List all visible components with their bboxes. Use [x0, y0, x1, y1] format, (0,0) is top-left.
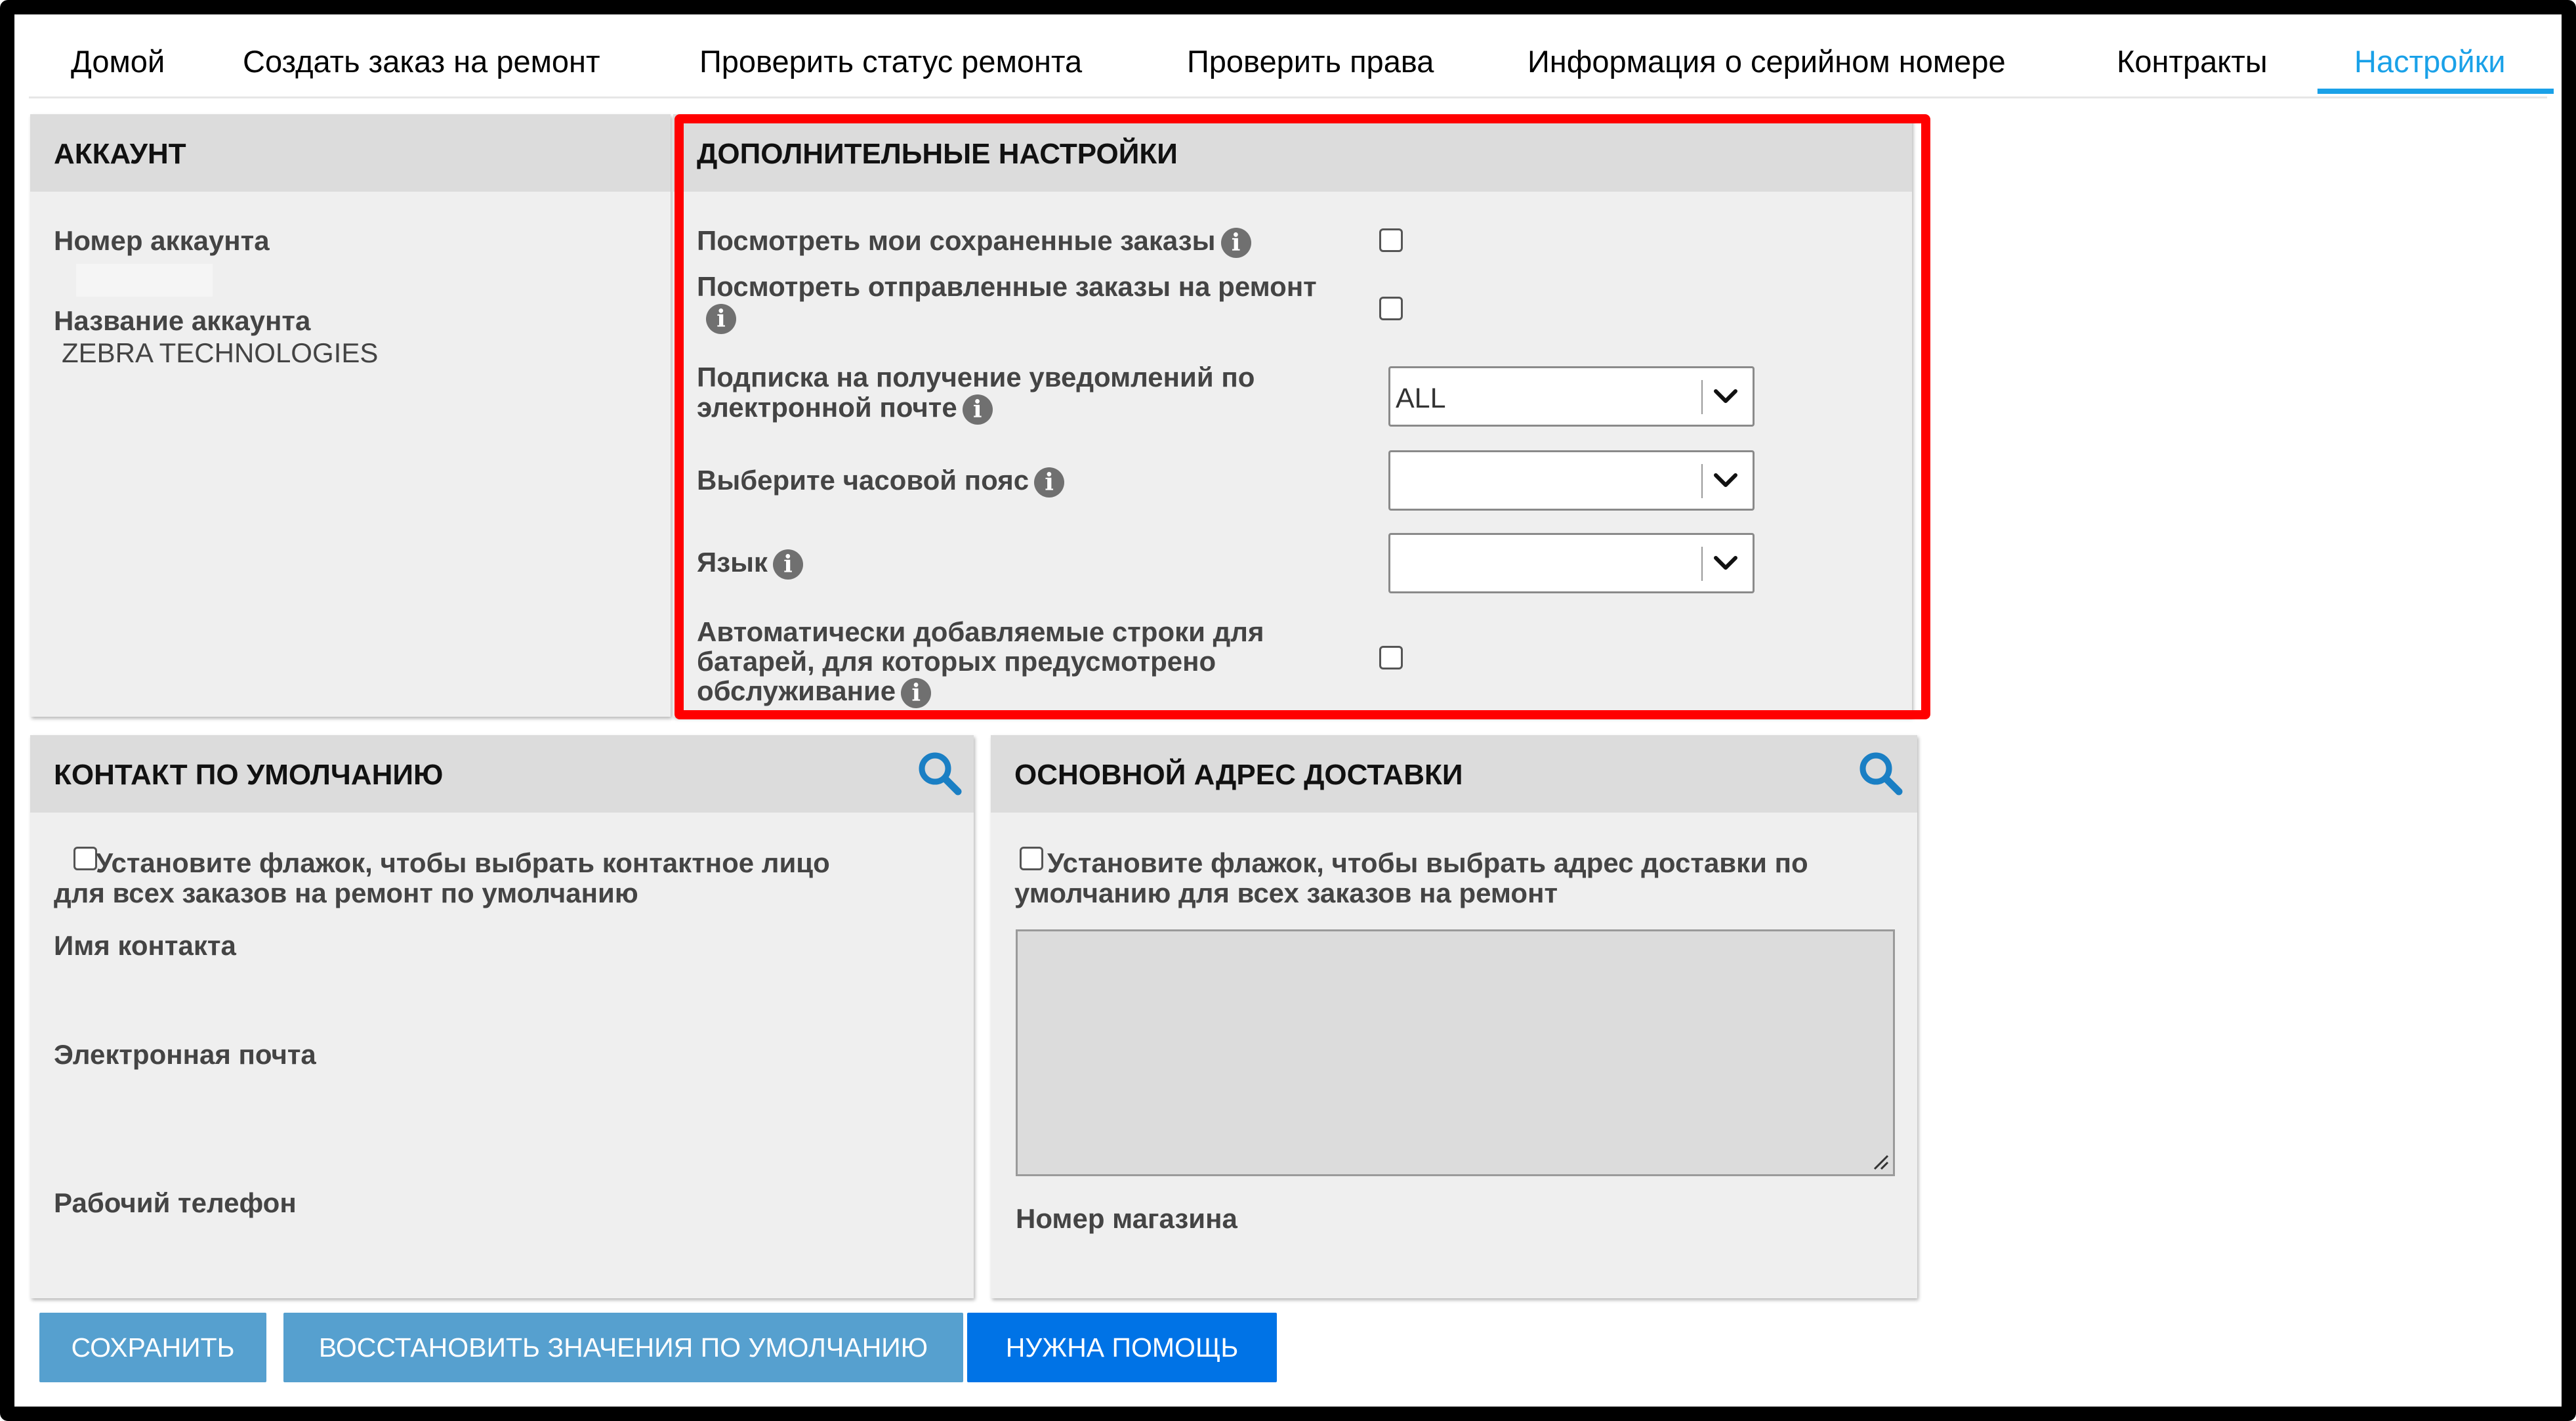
- nav-item-check-entitlement[interactable]: Проверить права: [1187, 43, 1434, 79]
- account-panel-title: АККАУНТ: [54, 138, 186, 170]
- shipping-address-title: ОСНОВНОЙ АДРЕС ДОСТАВКИ: [1014, 759, 1463, 791]
- search-icon[interactable]: [1857, 750, 1904, 797]
- store-number-label: Номер магазина: [1016, 1203, 1237, 1234]
- contact-name-label: Имя контакта: [54, 930, 236, 961]
- nav-item-create-repair-order[interactable]: Создать заказ на ремонт: [243, 43, 600, 79]
- account-number-value-box: [76, 264, 213, 297]
- default-shipping-checkbox-label-line1: Установите флажок, чтобы выбрать адрес д…: [1047, 847, 1808, 878]
- save-button[interactable]: СОХРАНИТЬ: [39, 1313, 266, 1382]
- search-icon[interactable]: [916, 750, 963, 797]
- shipping-address-panel: ОСНОВНОЙ АДРЕС ДОСТАВКИ Установите флажо…: [991, 735, 1917, 1298]
- default-contact-checkbox-label: Установите флажок, чтобы выбрать контакт…: [54, 848, 830, 908]
- contact-email-label: Электронная почта: [54, 1039, 316, 1070]
- need-help-button[interactable]: НУЖНА ПОМОЩЬ: [967, 1313, 1277, 1382]
- resize-handle-icon[interactable]: [1871, 1152, 1889, 1170]
- nav-item-home[interactable]: Домой: [71, 43, 165, 79]
- default-shipping-checkbox-label: Установите флажок, чтобы выбрать адрес д…: [1014, 848, 1808, 908]
- shipping-address-header: ОСНОВНОЙ АДРЕС ДОСТАВКИ: [991, 735, 1917, 813]
- active-tab-indicator: [2317, 89, 2554, 94]
- nav-item-settings[interactable]: Настройки: [2354, 43, 2505, 79]
- account-panel-header: АККАУНТ: [30, 114, 671, 192]
- default-contact-checkbox-label-line2: для всех заказов на ремонт по умолчанию: [54, 878, 638, 908]
- nav-item-check-repair-status[interactable]: Проверить статус ремонта: [699, 43, 1082, 79]
- account-name-value: ZEBRA TECHNOLOGIES: [62, 337, 379, 368]
- nav-item-contracts[interactable]: Контракты: [2117, 43, 2268, 79]
- account-panel: АККАУНТ Номер аккаунта Название аккаунта…: [30, 114, 671, 717]
- shipping-address-textarea[interactable]: [1016, 929, 1895, 1176]
- default-contact-panel: КОНТАКТ ПО УМОЛЧАНИЮ Установите флажок, …: [30, 735, 974, 1298]
- window-frame: Домой Создать заказ на ремонт Проверить …: [0, 0, 2576, 1421]
- account-number-label: Номер аккаунта: [54, 225, 270, 256]
- nav-divider: [29, 96, 2547, 98]
- account-name-label: Название аккаунта: [54, 305, 311, 336]
- default-contact-title: КОНТАКТ ПО УМОЛЧАНИЮ: [54, 759, 444, 791]
- highlight-box: [675, 114, 1930, 719]
- contact-phone-label: Рабочий телефон: [54, 1187, 297, 1218]
- nav-item-serial-number-info[interactable]: Информация о серийном номере: [1527, 43, 2006, 79]
- restore-defaults-button[interactable]: ВОССТАНОВИТЬ ЗНАЧЕНИЯ ПО УМОЛЧАНИЮ: [283, 1313, 963, 1382]
- default-contact-checkbox-label-line1: Установите флажок, чтобы выбрать контакт…: [96, 847, 830, 878]
- default-contact-header: КОНТАКТ ПО УМОЛЧАНИЮ: [30, 735, 974, 813]
- default-shipping-checkbox-label-line2: умолчанию для всех заказов на ремонт: [1014, 878, 1558, 908]
